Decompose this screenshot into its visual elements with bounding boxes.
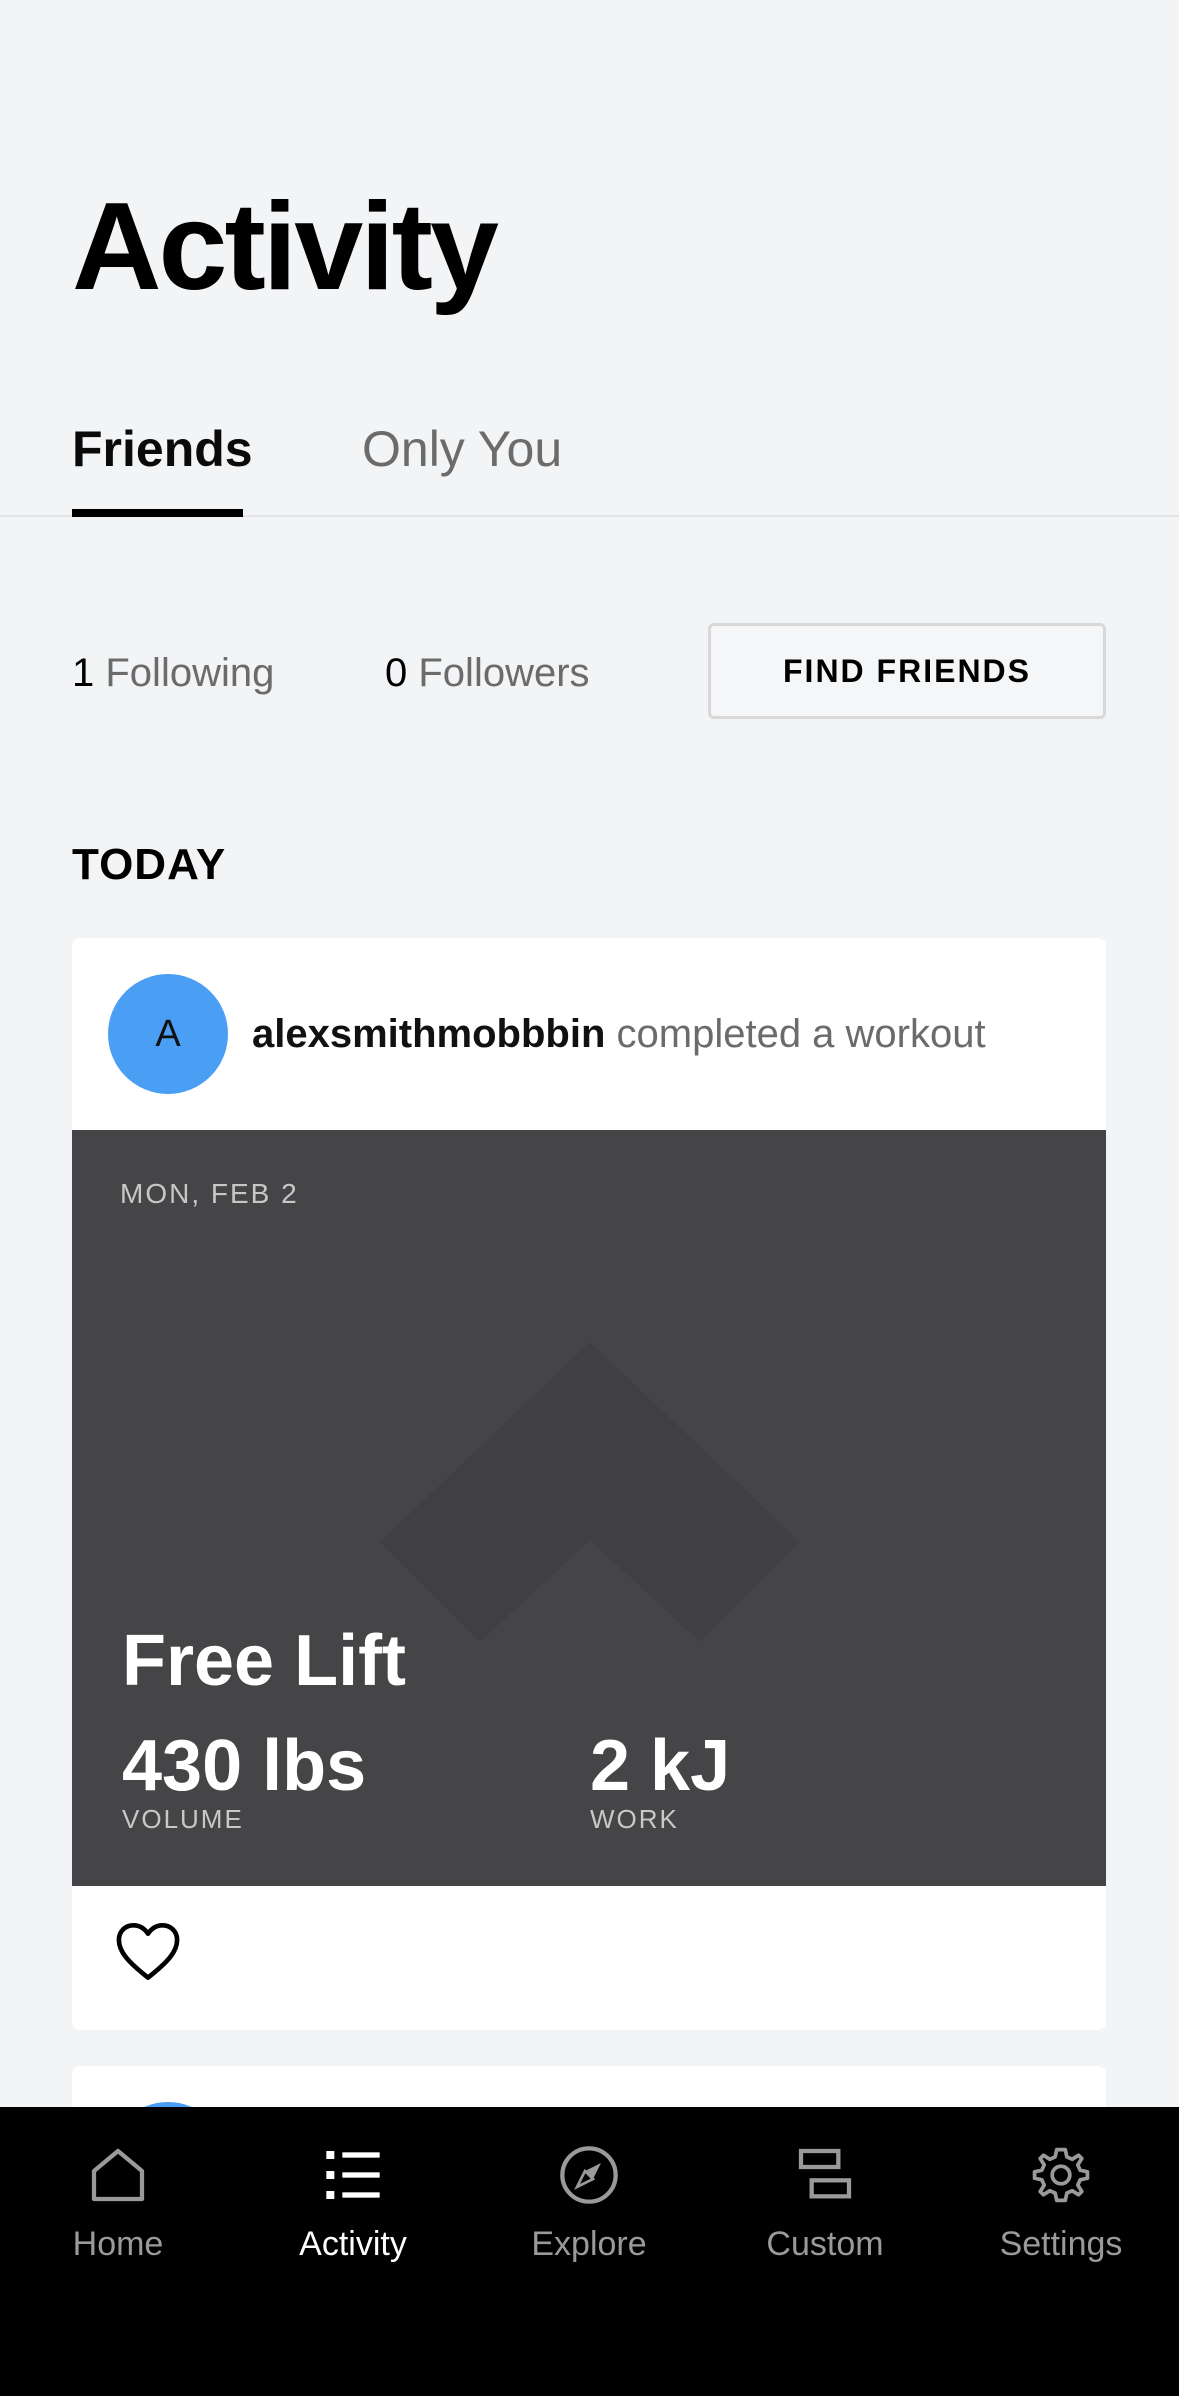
following-stat[interactable]: 1 Following	[72, 645, 274, 701]
workout-name: Free Lift	[122, 1621, 407, 1701]
following-label: Following	[105, 651, 275, 695]
nav-home-label: Home	[72, 2225, 164, 2263]
gear-icon	[1032, 2147, 1090, 2203]
page-title: Activity	[72, 178, 499, 316]
volume-metric: 430 lbs VOLUME	[122, 1730, 366, 1835]
compass-icon	[560, 2146, 618, 2204]
work-label: WORK	[590, 1804, 679, 1834]
volume-value: 430 lbs	[122, 1726, 367, 1806]
username[interactable]: alexsmithmobbbin	[252, 1012, 605, 1056]
heart-icon[interactable]	[112, 1918, 184, 1982]
workout-summary[interactable]: MON, FEB 2 Free Lift 430 lbs VOLUME 2 kJ…	[72, 1130, 1106, 1886]
list-icon	[326, 2151, 380, 2199]
tab-friends[interactable]: Friends	[72, 419, 253, 479]
followers-label: Followers	[418, 651, 590, 695]
section-title-today: TODAY	[72, 840, 227, 889]
work-value: 2 kJ	[590, 1726, 731, 1806]
nav-explore-label: Explore	[531, 2225, 647, 2263]
active-tab-underline	[72, 509, 243, 517]
custom-icon	[798, 2148, 852, 2199]
nav-home[interactable]: Home	[18, 2135, 218, 2264]
work-metric: 2 kJ WORK	[590, 1730, 730, 1835]
home-icon	[91, 2148, 145, 2202]
nav-custom-label: Custom	[766, 2225, 884, 2263]
tab-bar-top: Friends Only You	[0, 405, 1179, 517]
nav-activity[interactable]: Activity	[253, 2135, 453, 2264]
followers-count: 0	[385, 651, 408, 695]
volume-label: VOLUME	[122, 1804, 244, 1834]
workout-date: MON, FEB 2	[120, 1178, 299, 1209]
followers-stat[interactable]: 0 Followers	[385, 645, 590, 701]
avatar[interactable]: A	[108, 974, 228, 1094]
following-count: 1	[72, 651, 95, 695]
logo-chevron-icon	[380, 1342, 800, 1642]
nav-activity-label: Activity	[299, 2225, 407, 2263]
activity-card: A alexsmithmobbbin completed a workout M…	[72, 938, 1106, 2030]
feed-item-text: alexsmithmobbbin completed a workout	[252, 1008, 986, 1060]
feed-action: completed a workout	[616, 1012, 986, 1056]
nav-settings-label: Settings	[999, 2225, 1123, 2263]
nav-settings[interactable]: Settings	[961, 2135, 1161, 2264]
find-friends-button[interactable]: FIND FRIENDS	[708, 623, 1106, 719]
nav-explore[interactable]: Explore	[489, 2135, 689, 2264]
nav-custom[interactable]: Custom	[725, 2135, 925, 2264]
tab-only-you[interactable]: Only You	[362, 419, 562, 479]
bottom-nav: Home Activity Explore Custom Settings	[0, 2107, 1179, 2396]
